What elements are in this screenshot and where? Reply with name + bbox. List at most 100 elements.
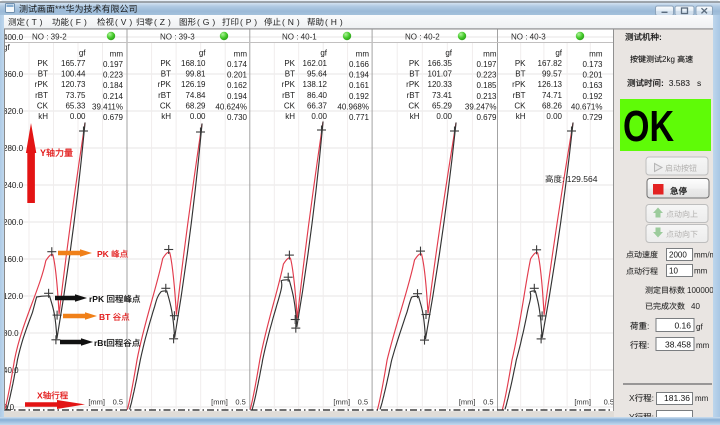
svg-text:99.57: 99.57 (542, 70, 563, 79)
svg-text:95.64: 95.64 (307, 70, 328, 79)
svg-text:40.968%: 40.968% (337, 102, 369, 111)
svg-text:BT: BT (161, 70, 171, 79)
svg-text:NO : 40-1: NO : 40-1 (282, 33, 317, 42)
svg-text:[mm]: [mm] (333, 398, 350, 407)
svg-text:rPK: rPK (282, 80, 296, 89)
svg-text:( T ): ( T ) (26, 17, 43, 27)
svg-text:PK: PK (97, 249, 110, 259)
svg-text:0.771: 0.771 (349, 113, 370, 122)
svg-text:200.0: 200.0 (3, 218, 24, 227)
svg-text:gf: gf (79, 49, 86, 58)
svg-text:165.77: 165.77 (61, 59, 86, 68)
svg-text::: : (659, 32, 662, 42)
svg-text:rPK: rPK (406, 80, 420, 89)
svg-text:40.0: 40.0 (3, 366, 19, 375)
svg-text:65.29: 65.29 (432, 101, 453, 110)
svg-text:166.35: 166.35 (428, 59, 453, 68)
svg-text:0.5: 0.5 (235, 398, 245, 407)
svg-text:mm: mm (589, 50, 603, 59)
svg-text:68.29: 68.29 (185, 101, 206, 110)
svg-text:mm: mm (234, 50, 248, 59)
svg-text:100000: 100000 (687, 286, 714, 295)
svg-text:gf: gf (445, 49, 452, 58)
svg-text:0.223: 0.223 (103, 71, 124, 80)
svg-text:0.00: 0.00 (190, 112, 206, 121)
svg-text:BT: BT (409, 70, 419, 79)
svg-text:0.197: 0.197 (103, 60, 124, 69)
svg-text:162.01: 162.01 (303, 59, 328, 68)
svg-text:0.197: 0.197 (476, 60, 497, 69)
svg-text:138.12: 138.12 (303, 80, 328, 89)
svg-text:181.36: 181.36 (664, 393, 690, 403)
svg-text:gf: gf (320, 49, 327, 58)
svg-text:PK: PK (284, 59, 295, 68)
svg-text:360.0: 360.0 (3, 70, 24, 79)
svg-text:gf: gf (199, 49, 206, 58)
svg-text:168.10: 168.10 (181, 59, 206, 68)
svg-text:BT: BT (99, 312, 111, 322)
svg-text:mm: mm (483, 50, 497, 59)
svg-text:126.19: 126.19 (181, 80, 206, 89)
svg-text:240.0: 240.0 (3, 181, 24, 190)
svg-text:0.730: 0.730 (227, 113, 248, 122)
svg-text:kH: kH (285, 112, 295, 121)
svg-text:CK: CK (514, 101, 526, 110)
svg-text:10: 10 (669, 267, 678, 276)
svg-text:74.84: 74.84 (185, 91, 206, 100)
svg-text:rBT: rBT (282, 91, 295, 100)
svg-text:0.161: 0.161 (349, 81, 370, 90)
svg-text:0.00: 0.00 (311, 112, 327, 121)
svg-text:X: X (629, 393, 635, 403)
svg-text:kH: kH (38, 112, 48, 121)
svg-text:rPK: rPK (35, 80, 49, 89)
svg-text:gf: gf (696, 323, 703, 332)
svg-text:: 129.564: : 129.564 (562, 174, 598, 184)
svg-text:0.162: 0.162 (227, 81, 248, 90)
svg-text:101.07: 101.07 (428, 70, 453, 79)
svg-text::: : (647, 321, 649, 331)
svg-text:rPK: rPK (158, 80, 172, 89)
svg-text:40.624%: 40.624% (215, 102, 247, 111)
svg-text:0.201: 0.201 (582, 71, 603, 80)
svg-text:40.671%: 40.671% (571, 102, 603, 111)
svg-text:66.37: 66.37 (307, 101, 328, 110)
svg-text:3.583: 3.583 (669, 78, 691, 88)
svg-text:PK: PK (515, 59, 526, 68)
svg-text:320.0: 320.0 (3, 107, 24, 116)
svg-text:0.5: 0.5 (604, 398, 614, 407)
svg-text:39.247%: 39.247% (465, 102, 497, 111)
svg-text:120.0: 120.0 (3, 292, 24, 301)
svg-text:PK: PK (37, 59, 48, 68)
svg-text:167.82: 167.82 (538, 59, 563, 68)
svg-text:CK: CK (408, 101, 420, 110)
svg-text:( F ): ( F ) (70, 17, 87, 27)
svg-text:PK: PK (160, 59, 171, 68)
svg-text::: : (652, 393, 654, 403)
svg-text:0.679: 0.679 (476, 113, 497, 122)
svg-text:0.729: 0.729 (582, 113, 603, 122)
svg-text:100.44: 100.44 (61, 70, 86, 79)
svg-text:99.81: 99.81 (185, 70, 206, 79)
svg-text:[mm]: [mm] (211, 398, 228, 407)
svg-text:86.40: 86.40 (307, 91, 328, 100)
svg-text:kH: kH (161, 112, 171, 121)
svg-text:mm: mm (696, 341, 710, 350)
svg-text:0.185: 0.185 (476, 81, 497, 90)
svg-text:2kg: 2kg (662, 55, 675, 64)
svg-text:rBT: rBT (35, 91, 48, 100)
svg-text:39.411%: 39.411% (92, 102, 123, 111)
svg-text:PK: PK (409, 59, 420, 68)
svg-text:mm: mm (110, 50, 124, 59)
svg-text:0.00: 0.00 (70, 112, 86, 121)
svg-text:rPK: rPK (89, 294, 105, 304)
svg-text:X: X (37, 391, 43, 401)
svg-text:0.194: 0.194 (227, 92, 248, 101)
svg-text:( P ): ( P ) (240, 17, 257, 27)
svg-text:120.33: 120.33 (428, 80, 453, 89)
svg-text::: : (661, 78, 664, 88)
svg-text:73.41: 73.41 (432, 91, 453, 100)
svg-text:( N ): ( N ) (282, 17, 300, 27)
svg-text:38.458: 38.458 (665, 340, 691, 350)
svg-text:0.00: 0.00 (546, 112, 562, 121)
svg-text:0.174: 0.174 (227, 60, 248, 69)
